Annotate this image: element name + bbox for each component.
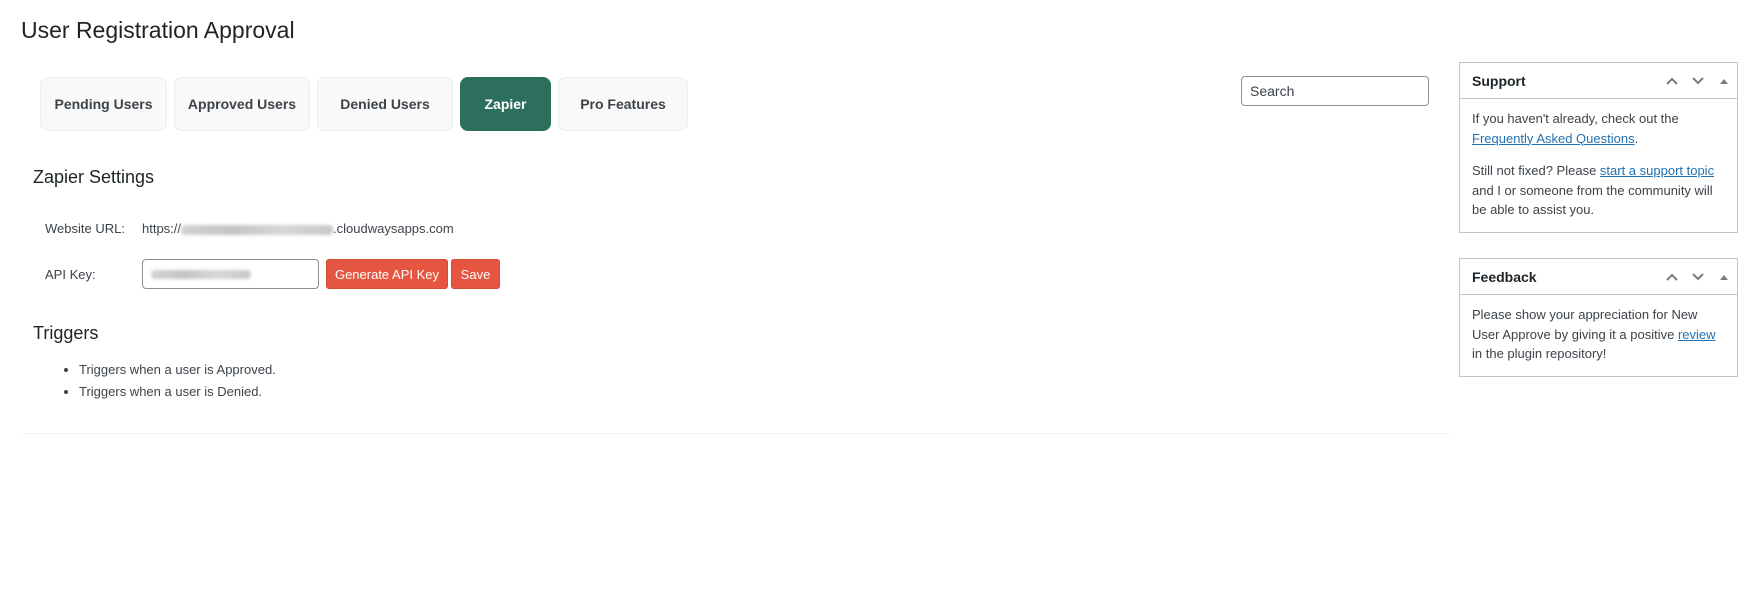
support-topic-link[interactable]: start a support topic	[1600, 163, 1714, 178]
search-input[interactable]	[1241, 76, 1429, 106]
support-box-body: If you haven't already, check out the Fr…	[1472, 111, 1715, 217]
redacted-api-key	[151, 269, 251, 279]
url-prefix: https://	[142, 221, 182, 236]
redacted-url-part	[181, 224, 334, 235]
review-link[interactable]: review	[1678, 327, 1716, 342]
feedback-box-body: Please show your appreciation for New Us…	[1472, 307, 1716, 361]
zapier-settings-title: Zapier Settings	[33, 167, 155, 187]
tab-zapier[interactable]: Zapier	[460, 77, 551, 131]
chevron-down-icon[interactable]	[1685, 259, 1711, 295]
api-key-input[interactable]	[142, 259, 319, 289]
triggers-list: Triggers when a user is Approved. Trigge…	[61, 362, 276, 406]
support-text-1: If you haven't already, check out the	[1472, 111, 1679, 126]
save-button[interactable]: Save	[451, 259, 500, 289]
feedback-text: Please show your appreciation for New Us…	[1472, 307, 1698, 342]
api-key-label: API Key:	[45, 267, 96, 282]
support-text-2: Still not fixed? Please	[1472, 163, 1600, 178]
tab-pro-features[interactable]: Pro Features	[558, 77, 688, 131]
page-title: User Registration Approval	[21, 17, 295, 43]
triangle-up-icon[interactable]	[1711, 63, 1737, 99]
tab-denied-users[interactable]: Denied Users	[317, 77, 453, 131]
website-url-value: https:// .cloudwaysapps.com	[142, 221, 454, 236]
website-url-label: Website URL:	[45, 221, 125, 236]
tab-approved-users[interactable]: Approved Users	[174, 77, 310, 131]
triangle-up-icon[interactable]	[1711, 259, 1737, 295]
feedback-box: Feedback Please show your appreciation f…	[1459, 258, 1738, 377]
list-item: Triggers when a user is Approved.	[79, 362, 276, 377]
tab-bar: Pending Users Approved Users Denied User…	[40, 77, 688, 131]
url-suffix: .cloudwaysapps.com	[333, 221, 454, 236]
chevron-up-icon[interactable]	[1659, 63, 1685, 99]
support-title: Support	[1472, 72, 1526, 89]
triggers-title: Triggers	[33, 323, 99, 343]
generate-api-key-button[interactable]: Generate API Key	[326, 259, 448, 289]
list-item: Triggers when a user is Denied.	[79, 384, 276, 399]
faq-link[interactable]: Frequently Asked Questions	[1472, 131, 1635, 146]
support-box-header: Support	[1460, 63, 1737, 99]
feedback-title: Feedback	[1472, 268, 1537, 285]
main-content: Pending Users Approved Users Denied User…	[21, 60, 1451, 434]
feedback-box-header: Feedback	[1460, 259, 1737, 295]
support-box: Support If you haven't already, check ou…	[1459, 62, 1738, 233]
tab-pending-users[interactable]: Pending Users	[40, 77, 167, 131]
chevron-down-icon[interactable]	[1685, 63, 1711, 99]
chevron-up-icon[interactable]	[1659, 259, 1685, 295]
